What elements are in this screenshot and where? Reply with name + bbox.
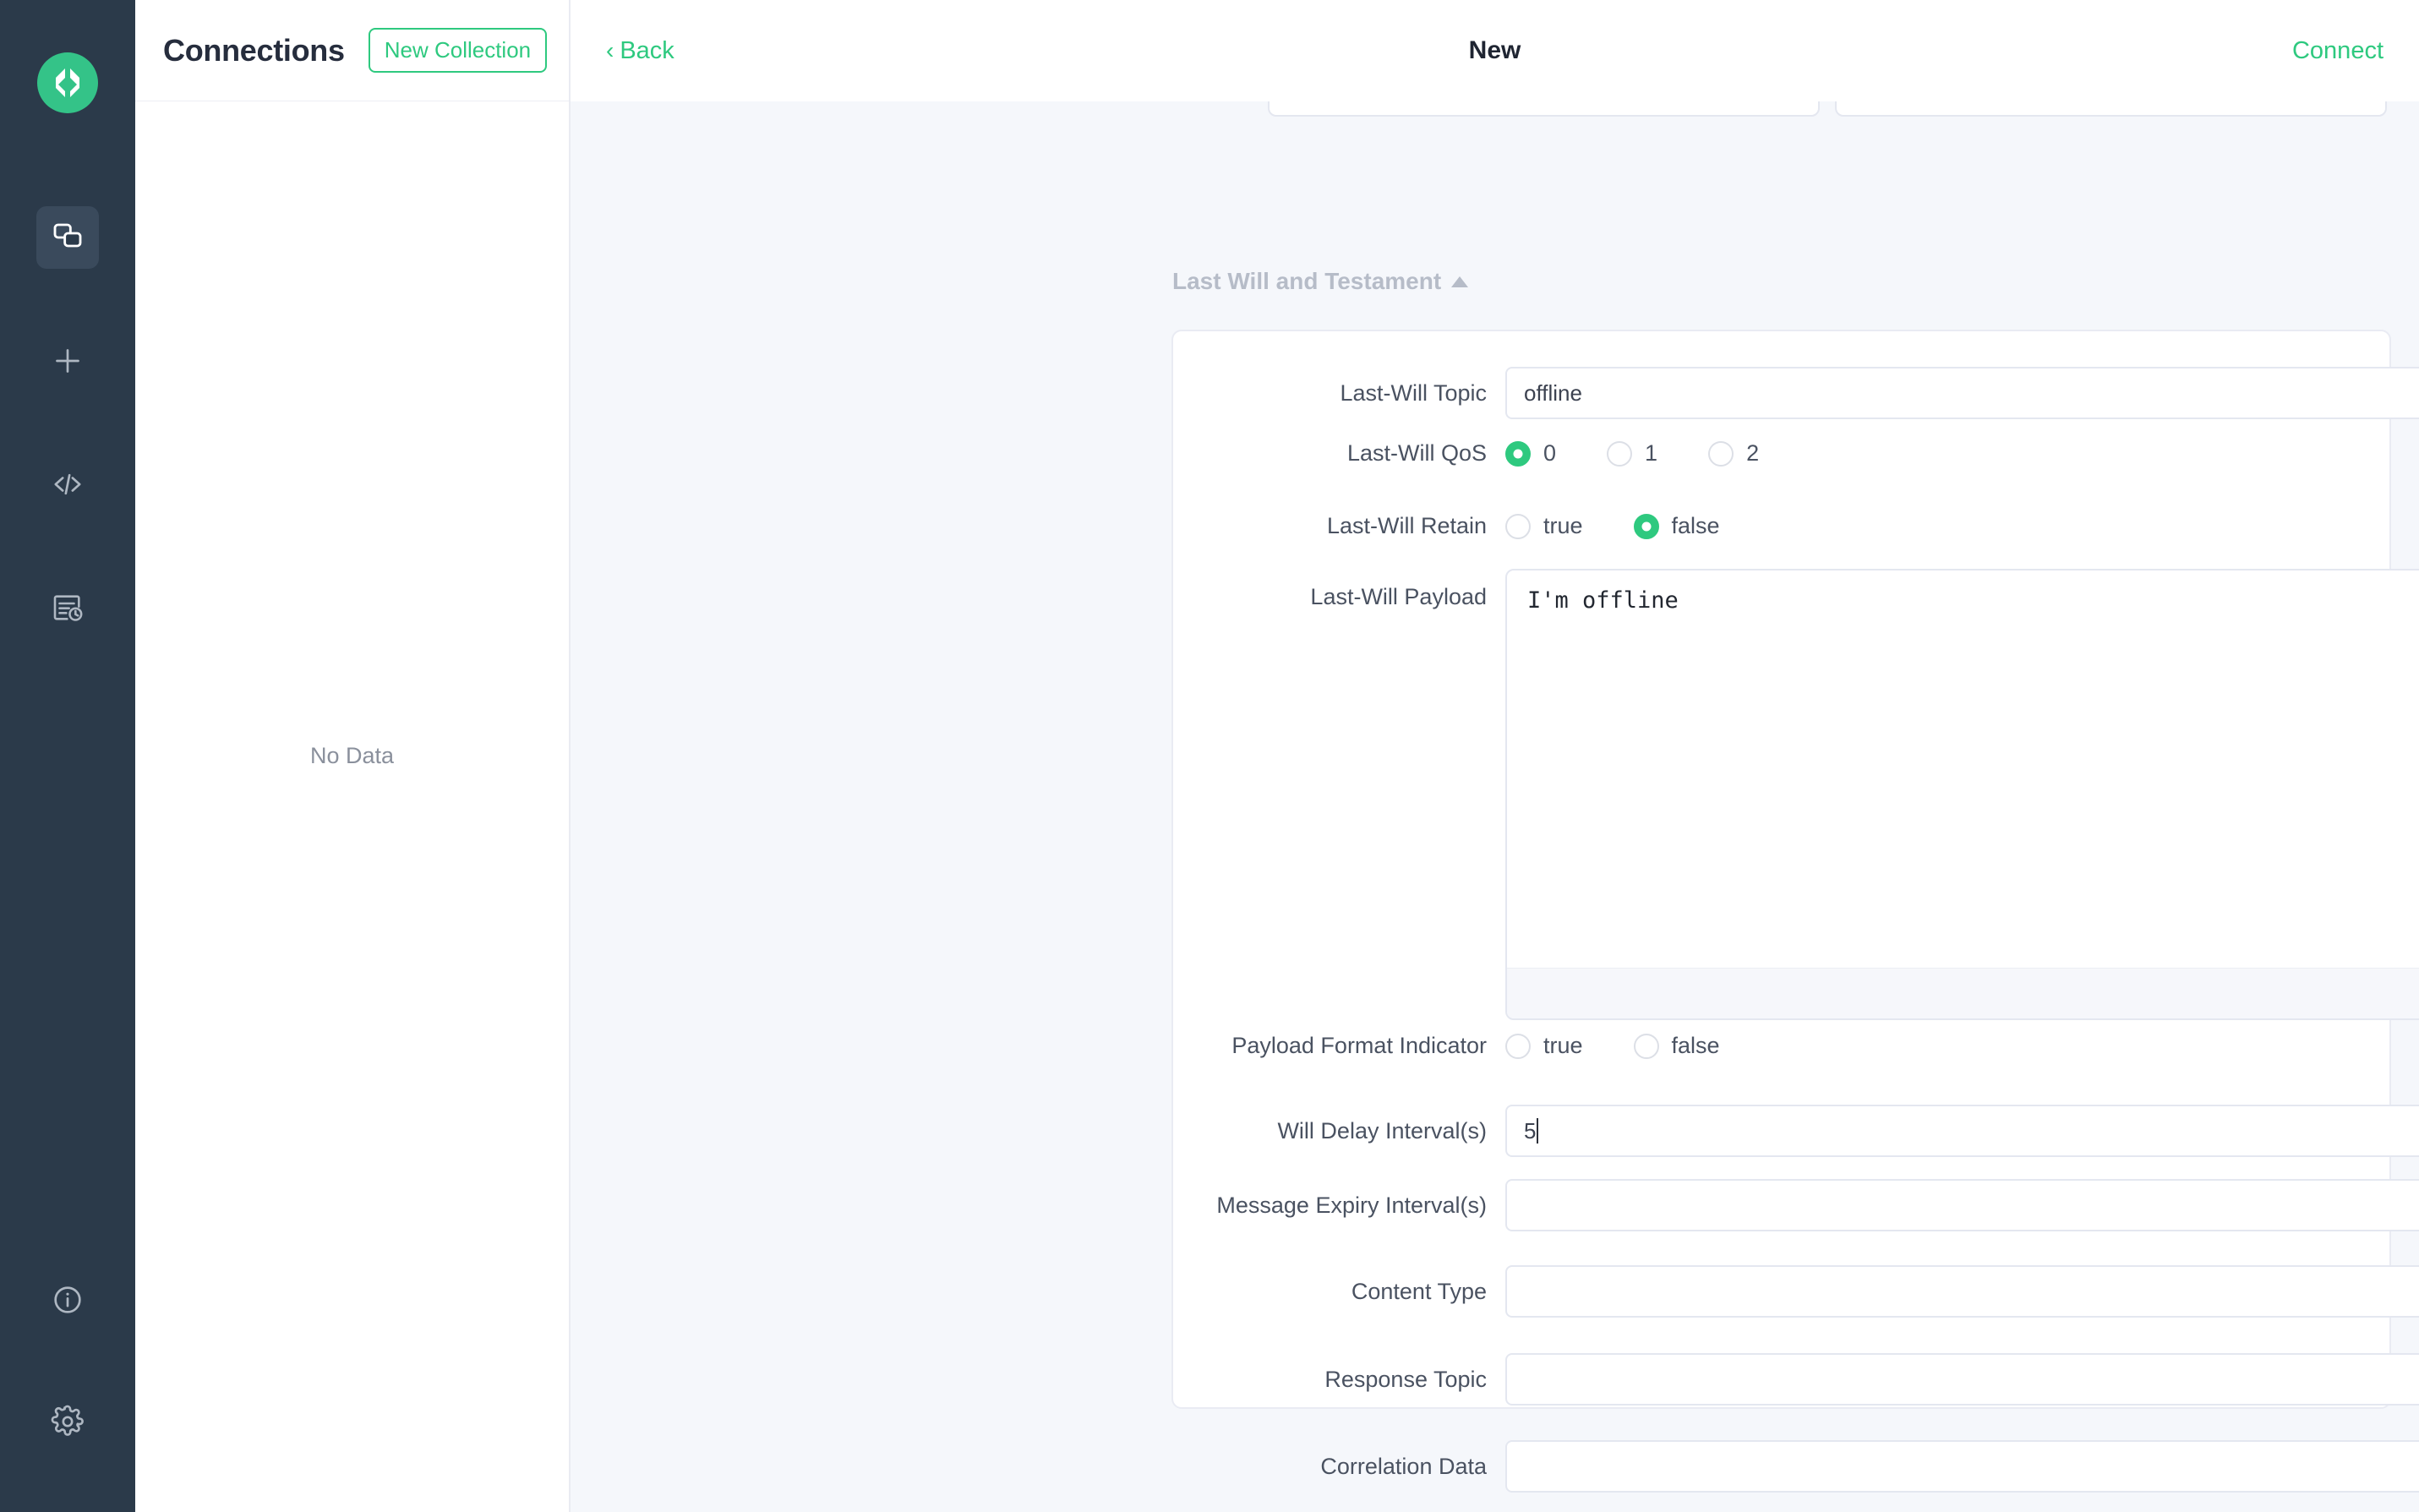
last-will-topic-input[interactable]: offline	[1505, 367, 2419, 419]
radio-label: 0	[1543, 440, 1557, 466]
text-cursor	[1537, 1118, 1539, 1144]
sidebar-item-about[interactable]	[36, 1269, 99, 1331]
sidebar-item-connections[interactable]	[36, 206, 99, 269]
gear-icon	[51, 1405, 85, 1438]
code-icon	[51, 467, 85, 501]
label-last-will-topic: Last-Will Topic	[1340, 379, 1487, 406]
label-message-expiry-interval: Message Expiry Interval(s)	[1216, 1192, 1487, 1218]
radio-indicator	[1708, 440, 1734, 467]
will-delay-interval-input[interactable]: 5	[1505, 1105, 2419, 1157]
last-will-payload-textarea[interactable]: I'm offline	[1507, 570, 2419, 968]
label-payload-format-indicator: Payload Format Indicator	[1231, 1033, 1487, 1058]
connections-panel: Connections New Collection No Data	[135, 0, 571, 1512]
app-root: Connections New Collection No Data ‹ Bac…	[0, 0, 2419, 1512]
page-title: Connections	[163, 32, 345, 68]
radio-label: 1	[1645, 440, 1658, 466]
radio-indicator	[1505, 440, 1531, 467]
label-correlation-data: Correlation Data	[1320, 1453, 1487, 1479]
scrolled-off-input-right[interactable]	[1835, 101, 2387, 117]
section-header-lwt[interactable]: Last Will and Testament	[1172, 268, 1469, 295]
message-expiry-interval-input[interactable]	[1505, 1179, 2419, 1231]
response-topic-input[interactable]	[1505, 1353, 2419, 1406]
scrolled-off-fields	[571, 101, 2419, 154]
field-row-response-topic: Response Topic	[1173, 1353, 2419, 1406]
field-row-message-expiry-interval: Message Expiry Interval(s)	[1173, 1179, 2419, 1231]
label-last-will-qos: Last-Will QoS	[1346, 440, 1487, 466]
radio-retain-false[interactable]: false	[1633, 513, 1720, 539]
field-row-last-will-payload: Last-Will Payload I'm offline JSON	[1173, 569, 2419, 1020]
correlation-data-input[interactable]	[1505, 1440, 2419, 1493]
payload-format-bar: JSON Plaintext	[1507, 968, 2419, 1018]
radio-qos-1[interactable]: 1	[1607, 440, 1657, 467]
label-content-type: Content Type	[1351, 1278, 1487, 1304]
log-history-icon	[51, 591, 85, 625]
label-will-delay-interval: Will Delay Interval(s)	[1277, 1117, 1487, 1144]
plus-icon	[51, 344, 85, 378]
field-row-last-will-qos: Last-Will QoS 0 1 2	[1173, 440, 2389, 467]
field-row-last-will-topic: Last-Will Topic offline	[1173, 367, 2419, 419]
field-row-payload-format-indicator: Payload Format Indicator true false	[1173, 1033, 2389, 1059]
sidebar-item-settings[interactable]	[36, 1390, 99, 1453]
info-circle-icon	[51, 1283, 85, 1317]
content-type-input[interactable]	[1505, 1265, 2419, 1318]
radio-indicator	[1607, 440, 1633, 467]
label-last-will-payload: Last-Will Payload	[1310, 584, 1487, 609]
connections-header: Connections New Collection	[135, 0, 569, 101]
field-row-content-type: Content Type	[1173, 1265, 2419, 1318]
connections-icon	[51, 221, 85, 254]
sidebar-item-scripts[interactable]	[36, 453, 99, 516]
sidebar-item-log[interactable]	[36, 576, 99, 639]
connections-list: No Data	[135, 101, 569, 1512]
last-will-qos-radio-group: 0 1 2	[1505, 440, 1810, 467]
label-response-topic: Response Topic	[1324, 1366, 1487, 1392]
main-header: ‹ Back New Connect	[571, 0, 2419, 101]
lwt-card: Last-Will Topic offline Last-Will QoS 0	[1171, 330, 2419, 1493]
mqttx-logo-icon	[37, 52, 98, 113]
radio-indicator	[1633, 513, 1659, 539]
form-scroll-area[interactable]: Last Will and Testament Last-Will Topic …	[571, 101, 2419, 1512]
sidebar-item-new-connection[interactable]	[36, 330, 99, 392]
sidebar-rail	[0, 0, 135, 1512]
payload-format-indicator-radio-group: true false	[1505, 1033, 1771, 1059]
radio-label: true	[1543, 513, 1583, 538]
back-button[interactable]: ‹ Back	[606, 37, 674, 65]
connect-button[interactable]: Connect	[2292, 37, 2384, 65]
radio-indicator	[1505, 513, 1531, 539]
new-collection-button[interactable]: New Collection	[368, 28, 548, 73]
radio-label: false	[1671, 1033, 1720, 1058]
radio-qos-0[interactable]: 0	[1505, 440, 1556, 467]
caret-up-icon[interactable]	[1451, 276, 1469, 287]
connection-name-title: New	[1468, 36, 1521, 64]
scrolled-off-input-left[interactable]	[1268, 101, 1820, 117]
radio-pfi-true[interactable]: true	[1505, 1033, 1583, 1059]
chevron-left-icon: ‹	[606, 37, 614, 63]
radio-label: false	[1671, 513, 1720, 538]
radio-retain-true[interactable]: true	[1505, 513, 1583, 539]
radio-label: true	[1543, 1033, 1583, 1058]
sidebar-rail-bottom	[0, 1269, 135, 1512]
label-last-will-retain: Last-Will Retain	[1326, 513, 1487, 538]
empty-state-text: No Data	[309, 743, 395, 768]
will-delay-interval-value: 5	[1524, 1117, 1537, 1144]
last-will-retain-radio-group: true false	[1505, 513, 1771, 539]
field-row-last-will-retain: Last-Will Retain true false	[1173, 513, 2389, 539]
back-label: Back	[620, 36, 674, 64]
section-title-label: Last Will and Testament	[1172, 268, 1442, 294]
radio-indicator	[1633, 1033, 1659, 1059]
radio-indicator	[1505, 1033, 1531, 1059]
radio-label: 2	[1746, 440, 1760, 466]
field-row-correlation-data: Correlation Data	[1173, 1440, 2419, 1493]
main-area: ‹ Back New Connect Last Will and Testame…	[571, 0, 2419, 1512]
last-will-payload-editor[interactable]: I'm offline JSON Plaintext	[1505, 569, 2419, 1020]
radio-pfi-false[interactable]: false	[1633, 1033, 1720, 1059]
radio-qos-2[interactable]: 2	[1708, 440, 1759, 467]
field-row-will-delay-interval: Will Delay Interval(s) 5	[1173, 1105, 2419, 1157]
